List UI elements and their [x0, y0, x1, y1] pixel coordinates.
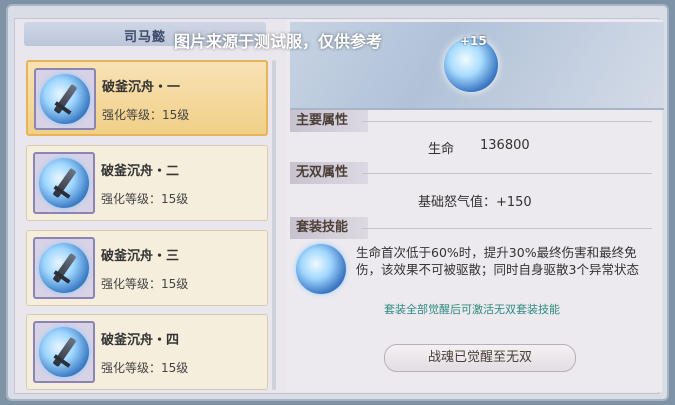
character-name: 司马懿 [124, 30, 167, 45]
sword-orb-icon [40, 74, 90, 124]
set-skill-description: 生命首次低于60%时，提升30%最终伤害和最终免伤，该效果不可被驱散；同时自身驱… [356, 245, 639, 277]
watermark-text: 图片来源于测试服，仅供参考 [174, 32, 383, 51]
equipment-title: 破釜沉舟・四 [101, 333, 180, 348]
equipment-icon-frame [33, 237, 95, 299]
section-divider [362, 228, 652, 229]
equipment-card-2[interactable]: 破釜沉舟・二 强化等级：15级 [26, 145, 268, 221]
sword-orb-icon [39, 158, 89, 208]
sword-orb-icon [39, 243, 89, 293]
main-stat-name: 生命 [428, 142, 455, 157]
equipment-card-4[interactable]: 破釜沉舟・四 强化等级：15级 [26, 314, 268, 390]
sword-orb-icon [39, 327, 89, 377]
equipment-card-3[interactable]: 破釜沉舟・三 强化等级：15级 [26, 230, 268, 306]
awaken-status-button[interactable]: 战魂已觉醒至无双 [384, 344, 576, 372]
wushuang-attr-label: 无双属性 [290, 162, 368, 184]
equipment-title: 破釜沉舟・三 [101, 249, 180, 264]
main-attr-label: 主要属性 [290, 110, 368, 132]
wushuang-stat: 基础怒气值：+150 [418, 195, 532, 210]
equipment-title: 破釜沉舟・二 [101, 164, 180, 179]
equipment-icon-frame [34, 68, 96, 130]
equipment-level: 强化等级：15级 [101, 192, 189, 206]
set-skill-label: 套装技能 [290, 217, 368, 239]
equipment-card-1[interactable]: 破釜沉舟・一 强化等级：15级 [26, 60, 268, 136]
equipment-level: 强化等级：15级 [101, 277, 189, 291]
enhance-badge: +15 [460, 34, 487, 48]
section-divider [362, 173, 652, 174]
equipment-icon-frame [33, 321, 95, 383]
list-scrollbar[interactable] [272, 60, 276, 390]
main-stat-value: 136800 [480, 138, 530, 153]
equipment-level: 强化等级：15级 [101, 361, 189, 375]
set-skill-icon [296, 244, 346, 294]
set-skill-note: 套装全部觉醒后可激活无双套装技能 [384, 303, 560, 316]
equipment-title: 破釜沉舟・一 [102, 80, 181, 95]
equipment-icon-frame [33, 152, 95, 214]
section-divider [362, 121, 652, 122]
equipment-level: 强化等级：15级 [102, 108, 190, 122]
